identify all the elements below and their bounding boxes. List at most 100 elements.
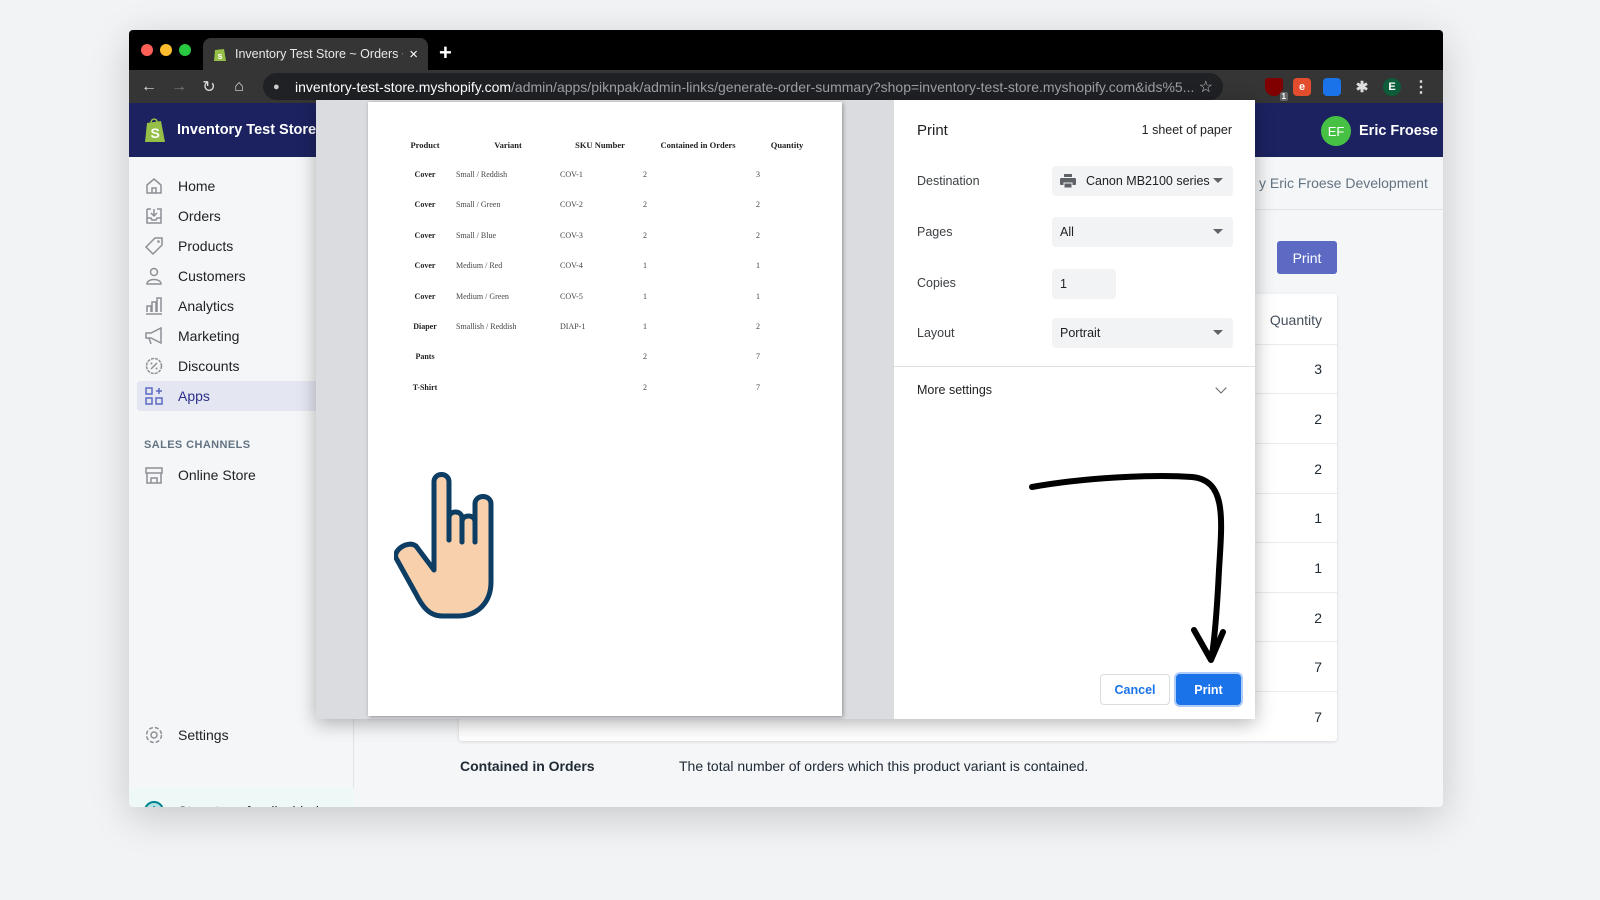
page-print-button[interactable]: Print <box>1277 241 1337 274</box>
preview-cell-quantity: 2 <box>756 230 760 240</box>
pages-select[interactable]: All <box>1052 217 1233 247</box>
close-window-button[interactable] <box>141 44 153 56</box>
layout-label: Layout <box>917 326 955 340</box>
preview-cell-orders: 2 <box>643 200 647 210</box>
maximize-window-button[interactable] <box>179 44 191 56</box>
preview-cell-variant: Small / Reddish <box>456 170 508 179</box>
store-icon <box>145 467 163 484</box>
print-button[interactable]: Print <box>1176 674 1241 705</box>
preview-cell-orders: 2 <box>643 230 647 240</box>
preview-column-header: Variant <box>494 140 522 150</box>
preview-cell-product: Diaper <box>413 322 437 331</box>
ublock-extension-icon[interactable]: 1 <box>1265 78 1288 101</box>
layout-select[interactable]: Portrait <box>1052 318 1233 348</box>
preview-cell-quantity: 7 <box>756 382 760 392</box>
preview-column-header: Product <box>410 140 440 150</box>
minimize-window-button[interactable] <box>160 44 172 56</box>
browser-tab[interactable]: s Inventory Test Store ~ Orders ~ × <box>203 38 428 70</box>
close-tab-icon[interactable]: × <box>409 46 418 63</box>
shopify-logo-icon: S <box>145 118 165 142</box>
preview-cell-product: Pants <box>415 352 435 362</box>
bar-chart-icon <box>146 297 162 315</box>
chevron-down-icon <box>1213 229 1223 234</box>
back-icon[interactable]: ← <box>134 78 164 96</box>
chevron-down-icon <box>1213 178 1223 183</box>
destination-value: Canon MB2100 series <box>1086 174 1210 188</box>
chevron-down-icon[interactable] <box>1215 382 1227 394</box>
store-transfer-banner[interactable]: i Store transfer disabled <box>129 788 354 807</box>
browser-menu-icon[interactable]: ⋮ <box>1412 78 1430 96</box>
discount-icon <box>145 357 163 375</box>
print-settings-panel: Print 1 sheet of paper Destination Canon… <box>894 100 1255 719</box>
browser-toolbar: ← → ↻ ⌂ ● inventory-test-store.myshopify… <box>129 70 1443 103</box>
printer-icon <box>1060 174 1076 188</box>
url-host: inventory-test-store.myshopify.com <box>295 78 512 95</box>
pages-label: Pages <box>917 225 953 239</box>
divider <box>894 366 1255 367</box>
address-bar[interactable]: ● inventory-test-store.myshopify.com/adm… <box>263 73 1223 100</box>
apps-icon <box>145 387 163 405</box>
preview-cell-variant: Smallish / Reddish <box>456 322 517 331</box>
extensions-puzzle-icon[interactable]: ✱ <box>1353 78 1371 96</box>
forward-icon[interactable]: → <box>164 78 194 96</box>
quantity-cell: 3 <box>1314 361 1322 377</box>
layout-value: Portrait <box>1060 326 1101 340</box>
preview-cell-quantity: 2 <box>756 322 760 331</box>
legend-term: Contained in Orders <box>460 758 595 774</box>
sidebar-item-label: Discounts <box>178 358 240 374</box>
print-panel-title: Print <box>917 122 948 139</box>
person-icon <box>146 267 162 285</box>
sidebar-item-label: Marketing <box>178 328 240 344</box>
preview-cell-orders: 1 <box>643 261 647 271</box>
url-path: /admin/apps/piknpak/admin-links/generate… <box>511 78 1195 95</box>
preview-cell-orders: 2 <box>643 352 647 362</box>
copies-label: Copies <box>917 276 956 290</box>
user-avatar[interactable]: EF <box>1321 116 1351 146</box>
preview-cell-sku: DIAP-1 <box>560 322 586 331</box>
preview-cell-quantity: 7 <box>756 352 760 362</box>
reload-icon[interactable]: ↻ <box>194 77 224 97</box>
preview-cell-product: Cover <box>414 230 436 240</box>
shopify-favicon-icon: s <box>214 49 226 61</box>
preview-cell-variant: Medium / Red <box>456 261 503 271</box>
tab-strip: s Inventory Test Store ~ Orders ~ × + <box>129 30 1443 70</box>
info-icon: i <box>144 801 164 807</box>
destination-select[interactable]: Canon MB2100 series <box>1052 166 1233 196</box>
preview-cell-product: Cover <box>414 291 436 301</box>
quantity-cell: 2 <box>1314 610 1322 626</box>
quantity-cell: 1 <box>1314 560 1322 576</box>
preview-cell-orders: 1 <box>643 291 647 301</box>
sidebar-item-settings[interactable]: Settings <box>137 720 347 750</box>
new-tab-button[interactable]: + <box>439 40 452 66</box>
quantity-cell: 7 <box>1314 659 1322 675</box>
preview-cell-sku: COV-3 <box>560 230 583 240</box>
store-name[interactable]: Inventory Test Store <box>177 122 316 138</box>
sales-channels-heading: SALES CHANNELS <box>144 439 251 451</box>
copies-input[interactable]: 1 <box>1052 269 1116 299</box>
app-breadcrumb[interactable]: y Eric Froese Development <box>1259 175 1428 191</box>
sidebar-item-label: Settings <box>178 727 229 743</box>
preview-column-header: Quantity <box>770 140 804 150</box>
blue-extension-icon[interactable] <box>1323 78 1341 96</box>
more-settings-toggle[interactable]: More settings <box>917 383 992 397</box>
preview-cell-sku: COV-2 <box>560 200 583 210</box>
e-extension-icon[interactable]: e <box>1293 78 1311 96</box>
destination-label: Destination <box>917 174 980 188</box>
sidebar-item-label: Apps <box>178 388 210 404</box>
cancel-button[interactable]: Cancel <box>1100 674 1170 705</box>
sidebar-item-label: Home <box>178 178 216 194</box>
svg-text:S: S <box>151 125 160 141</box>
bookmark-star-icon[interactable]: ☆ <box>1199 77 1213 97</box>
sidebar-item-label: Orders <box>178 208 221 224</box>
quantity-cell: 2 <box>1314 411 1322 427</box>
user-name[interactable]: Eric Froese <box>1359 123 1438 139</box>
quantity-cell: 1 <box>1314 510 1322 526</box>
ublock-badge: 1 <box>1279 92 1288 101</box>
hand-drawn-arrow-icon <box>1029 473 1226 663</box>
preview-cell-orders: 2 <box>643 170 647 179</box>
preview-cell-variant: Small / Green <box>456 200 501 210</box>
svg-text:s: s <box>218 51 223 61</box>
profile-avatar-icon[interactable]: E <box>1383 78 1401 96</box>
sidebar-item-label: Products <box>178 238 234 254</box>
home-button-icon[interactable]: ⌂ <box>224 78 254 96</box>
